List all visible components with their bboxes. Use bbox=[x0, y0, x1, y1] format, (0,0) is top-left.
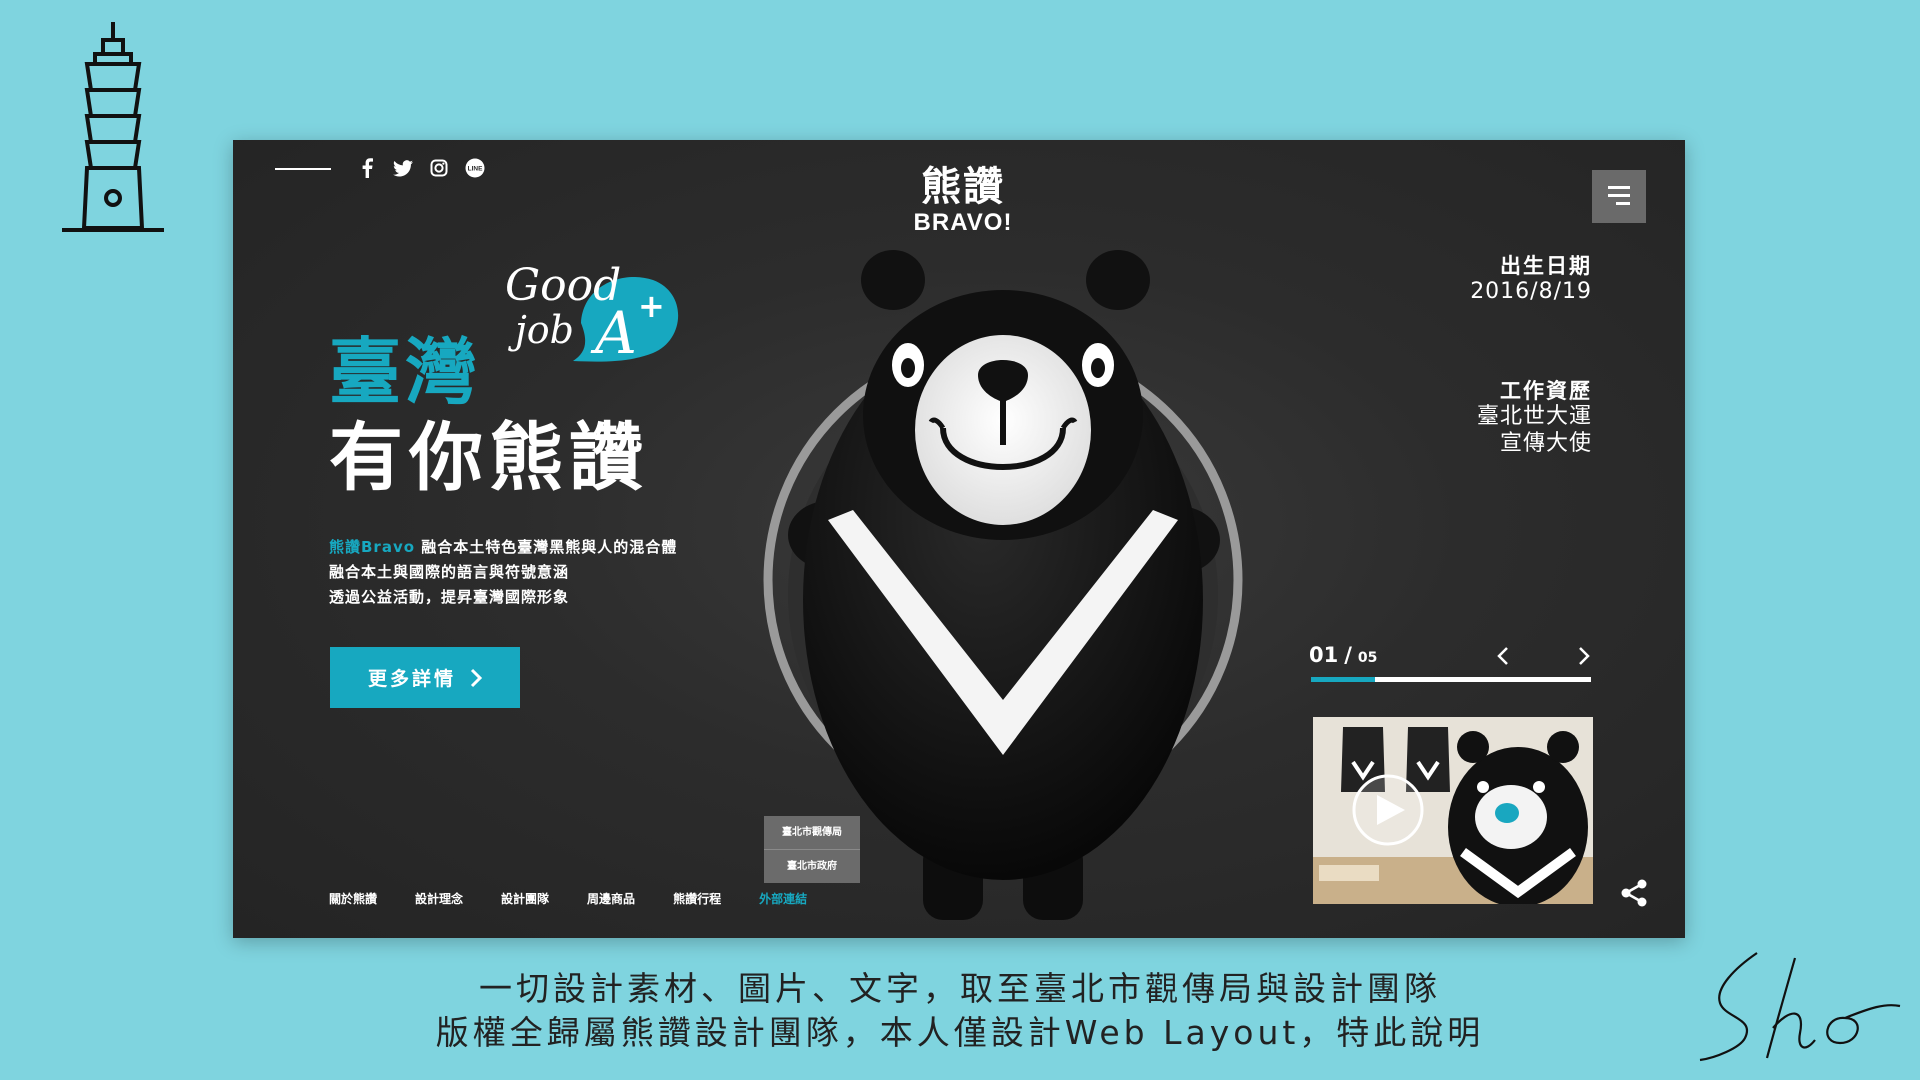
chevron-right-icon bbox=[470, 668, 482, 687]
svg-text:A: A bbox=[590, 299, 637, 367]
bottom-navigation: 關於熊讚 設計理念 設計團隊 周邊商品 熊讚行程 外部連結 bbox=[329, 890, 845, 907]
chevron-right-icon bbox=[1579, 647, 1590, 665]
slide-progress bbox=[1311, 677, 1591, 682]
nav-design-team[interactable]: 設計團隊 bbox=[501, 890, 549, 907]
desc-line-3: 透過公益活動，提昇臺灣國際形象 bbox=[329, 588, 570, 606]
external-link-tourism[interactable]: 臺北市觀傳局 bbox=[764, 816, 860, 849]
nav-external-links[interactable]: 外部連結 bbox=[759, 890, 807, 907]
svg-text:LINE: LINE bbox=[468, 166, 483, 173]
more-details-button[interactable]: 更多詳情 bbox=[330, 647, 520, 708]
instagram-icon[interactable] bbox=[428, 157, 450, 179]
external-link-city-gov[interactable]: 臺北市政府 bbox=[764, 849, 860, 883]
next-slide-button[interactable] bbox=[1578, 646, 1590, 672]
slide-separator: / bbox=[1344, 643, 1352, 667]
video-thumbnail[interactable] bbox=[1313, 717, 1593, 904]
slide-current: 01 bbox=[1309, 643, 1339, 667]
prev-slide-button[interactable] bbox=[1497, 646, 1509, 672]
work-line-2: 宣傳大使 bbox=[1499, 431, 1592, 456]
signature-image bbox=[1699, 952, 1901, 1062]
menu-icon bbox=[1608, 186, 1630, 189]
good-job-badge: Good job A + bbox=[505, 260, 679, 367]
caption-line-2: 版權全歸屬熊讚設計團隊，本人僅設計Web Layout，特此說明 bbox=[435, 1013, 1485, 1052]
taipei-101-icon bbox=[62, 22, 164, 232]
hero-description: 熊讚Bravo 融合本土特色臺灣黑熊與人的混合體 融合本土與國際的語言與符號意涵… bbox=[329, 535, 677, 610]
desc-highlight: 熊讚Bravo bbox=[329, 538, 416, 556]
external-links-dropdown: 臺北市觀傳局 臺北市政府 bbox=[764, 816, 860, 883]
desc-line-2: 融合本土與國際的語言與符號意涵 bbox=[329, 563, 570, 581]
desc-line-1: 融合本土特色臺灣黑熊與人的混合體 bbox=[415, 538, 678, 556]
bravo-logo[interactable]: 熊讚 BRAVO! bbox=[913, 165, 1013, 237]
twitter-icon[interactable] bbox=[392, 157, 414, 179]
share-icon[interactable] bbox=[1619, 878, 1649, 908]
birth-label: 出生日期 bbox=[1500, 254, 1592, 278]
more-details-label: 更多詳情 bbox=[367, 668, 456, 690]
video-preview-image bbox=[1313, 717, 1593, 904]
caption-line-1: 一切設計素材、圖片、文字，取至臺北市觀傳局與設計團隊 bbox=[479, 969, 1441, 1008]
nav-design-concept[interactable]: 設計理念 bbox=[415, 890, 463, 907]
work-line-1: 臺北世大運 bbox=[1476, 404, 1592, 429]
svg-text:job: job bbox=[508, 308, 574, 352]
social-links: LINE bbox=[356, 157, 486, 179]
line-icon[interactable]: LINE bbox=[464, 157, 486, 179]
nav-about[interactable]: 關於熊讚 bbox=[329, 890, 377, 907]
hero-title-main: 有你熊讚 bbox=[329, 415, 649, 501]
nav-merchandise[interactable]: 周邊商品 bbox=[587, 890, 635, 907]
logo-english: BRAVO! bbox=[913, 209, 1013, 236]
slide-total: 05 bbox=[1357, 650, 1378, 666]
hero-title-taiwan: 臺灣 bbox=[329, 330, 482, 414]
logo-chinese: 熊讚 bbox=[921, 164, 1005, 210]
work-label: 工作資歷 bbox=[1500, 379, 1592, 403]
menu-button[interactable] bbox=[1592, 170, 1646, 223]
slide-counter: 01/ 05 bbox=[1309, 643, 1377, 667]
svg-text:+: + bbox=[638, 287, 665, 325]
slide-progress-fill bbox=[1311, 677, 1376, 682]
facebook-icon[interactable] bbox=[356, 157, 378, 179]
nav-schedule[interactable]: 熊讚行程 bbox=[673, 890, 721, 907]
birth-value: 2016/8/19 bbox=[1470, 279, 1592, 304]
chevron-left-icon bbox=[1497, 647, 1508, 665]
header-divider bbox=[275, 168, 331, 170]
website-mockup: LINE 熊讚 BRAVO! Good job A + 臺灣 有你熊讚 熊讚Br… bbox=[233, 140, 1685, 938]
